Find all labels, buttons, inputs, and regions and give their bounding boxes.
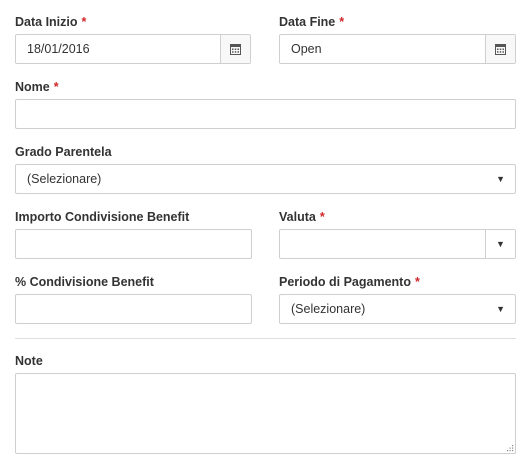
nome-input[interactable]	[15, 99, 516, 129]
calendar-icon	[230, 43, 241, 55]
grado-parentela-value: (Selezionare)	[27, 172, 102, 186]
valuta-select[interactable]: ▼	[279, 229, 516, 259]
percentuale-label-text: % Condivisione Benefit	[15, 275, 154, 289]
valuta-label: Valuta *	[279, 209, 325, 225]
periodo-label: Periodo di Pagamento *	[279, 274, 420, 290]
required-marker: *	[319, 210, 325, 224]
note-label: Note	[15, 353, 43, 369]
data-inizio-label-text: Data Inizio	[15, 15, 78, 29]
importo-label: Importo Condivisione Benefit	[15, 209, 189, 225]
valuta-label-text: Valuta	[279, 210, 316, 224]
data-fine-value: Open	[291, 42, 322, 56]
required-marker: *	[339, 15, 345, 29]
valuta-dropdown-button[interactable]: ▼	[485, 230, 515, 258]
benefit-form: Data Inizio * 18/01/2016 Data Fine * Open	[0, 0, 524, 471]
data-fine-calendar-button[interactable]	[485, 35, 515, 63]
periodo-label-text: Periodo di Pagamento	[279, 275, 411, 289]
chevron-down-icon: ▼	[496, 239, 505, 249]
percentuale-label: % Condivisione Benefit	[15, 274, 154, 290]
data-fine-label: Data Fine *	[279, 14, 344, 30]
percentuale-input[interactable]	[15, 294, 252, 324]
nome-label: Nome *	[15, 79, 59, 95]
required-marker: *	[414, 275, 420, 289]
chevron-down-icon: ▼	[496, 304, 505, 314]
importo-label-text: Importo Condivisione Benefit	[15, 210, 190, 224]
note-label-text: Note	[15, 354, 43, 368]
chevron-down-icon: ▼	[496, 174, 505, 184]
section-divider	[15, 338, 516, 339]
periodo-value: (Selezionare)	[291, 302, 366, 316]
calendar-icon	[495, 43, 506, 55]
data-inizio-field[interactable]: 18/01/2016	[15, 34, 251, 64]
data-inizio-calendar-button[interactable]	[220, 35, 250, 63]
data-inizio-label: Data Inizio *	[15, 14, 86, 30]
importo-input[interactable]	[15, 229, 252, 259]
note-wrapper	[15, 373, 516, 454]
required-marker: *	[81, 15, 87, 29]
data-fine-field[interactable]: Open	[279, 34, 516, 64]
required-marker: *	[53, 80, 59, 94]
grado-parentela-label: Grado Parentela	[15, 144, 112, 160]
data-fine-label-text: Data Fine	[279, 15, 336, 29]
resize-handle-icon[interactable]	[506, 444, 514, 452]
grado-parentela-select[interactable]: (Selezionare) ▼	[15, 164, 516, 194]
grado-parentela-label-text: Grado Parentela	[15, 145, 112, 159]
periodo-select[interactable]: (Selezionare) ▼	[279, 294, 516, 324]
data-inizio-value: 18/01/2016	[27, 42, 90, 56]
nome-label-text: Nome	[15, 80, 50, 94]
note-textarea[interactable]	[15, 373, 516, 454]
